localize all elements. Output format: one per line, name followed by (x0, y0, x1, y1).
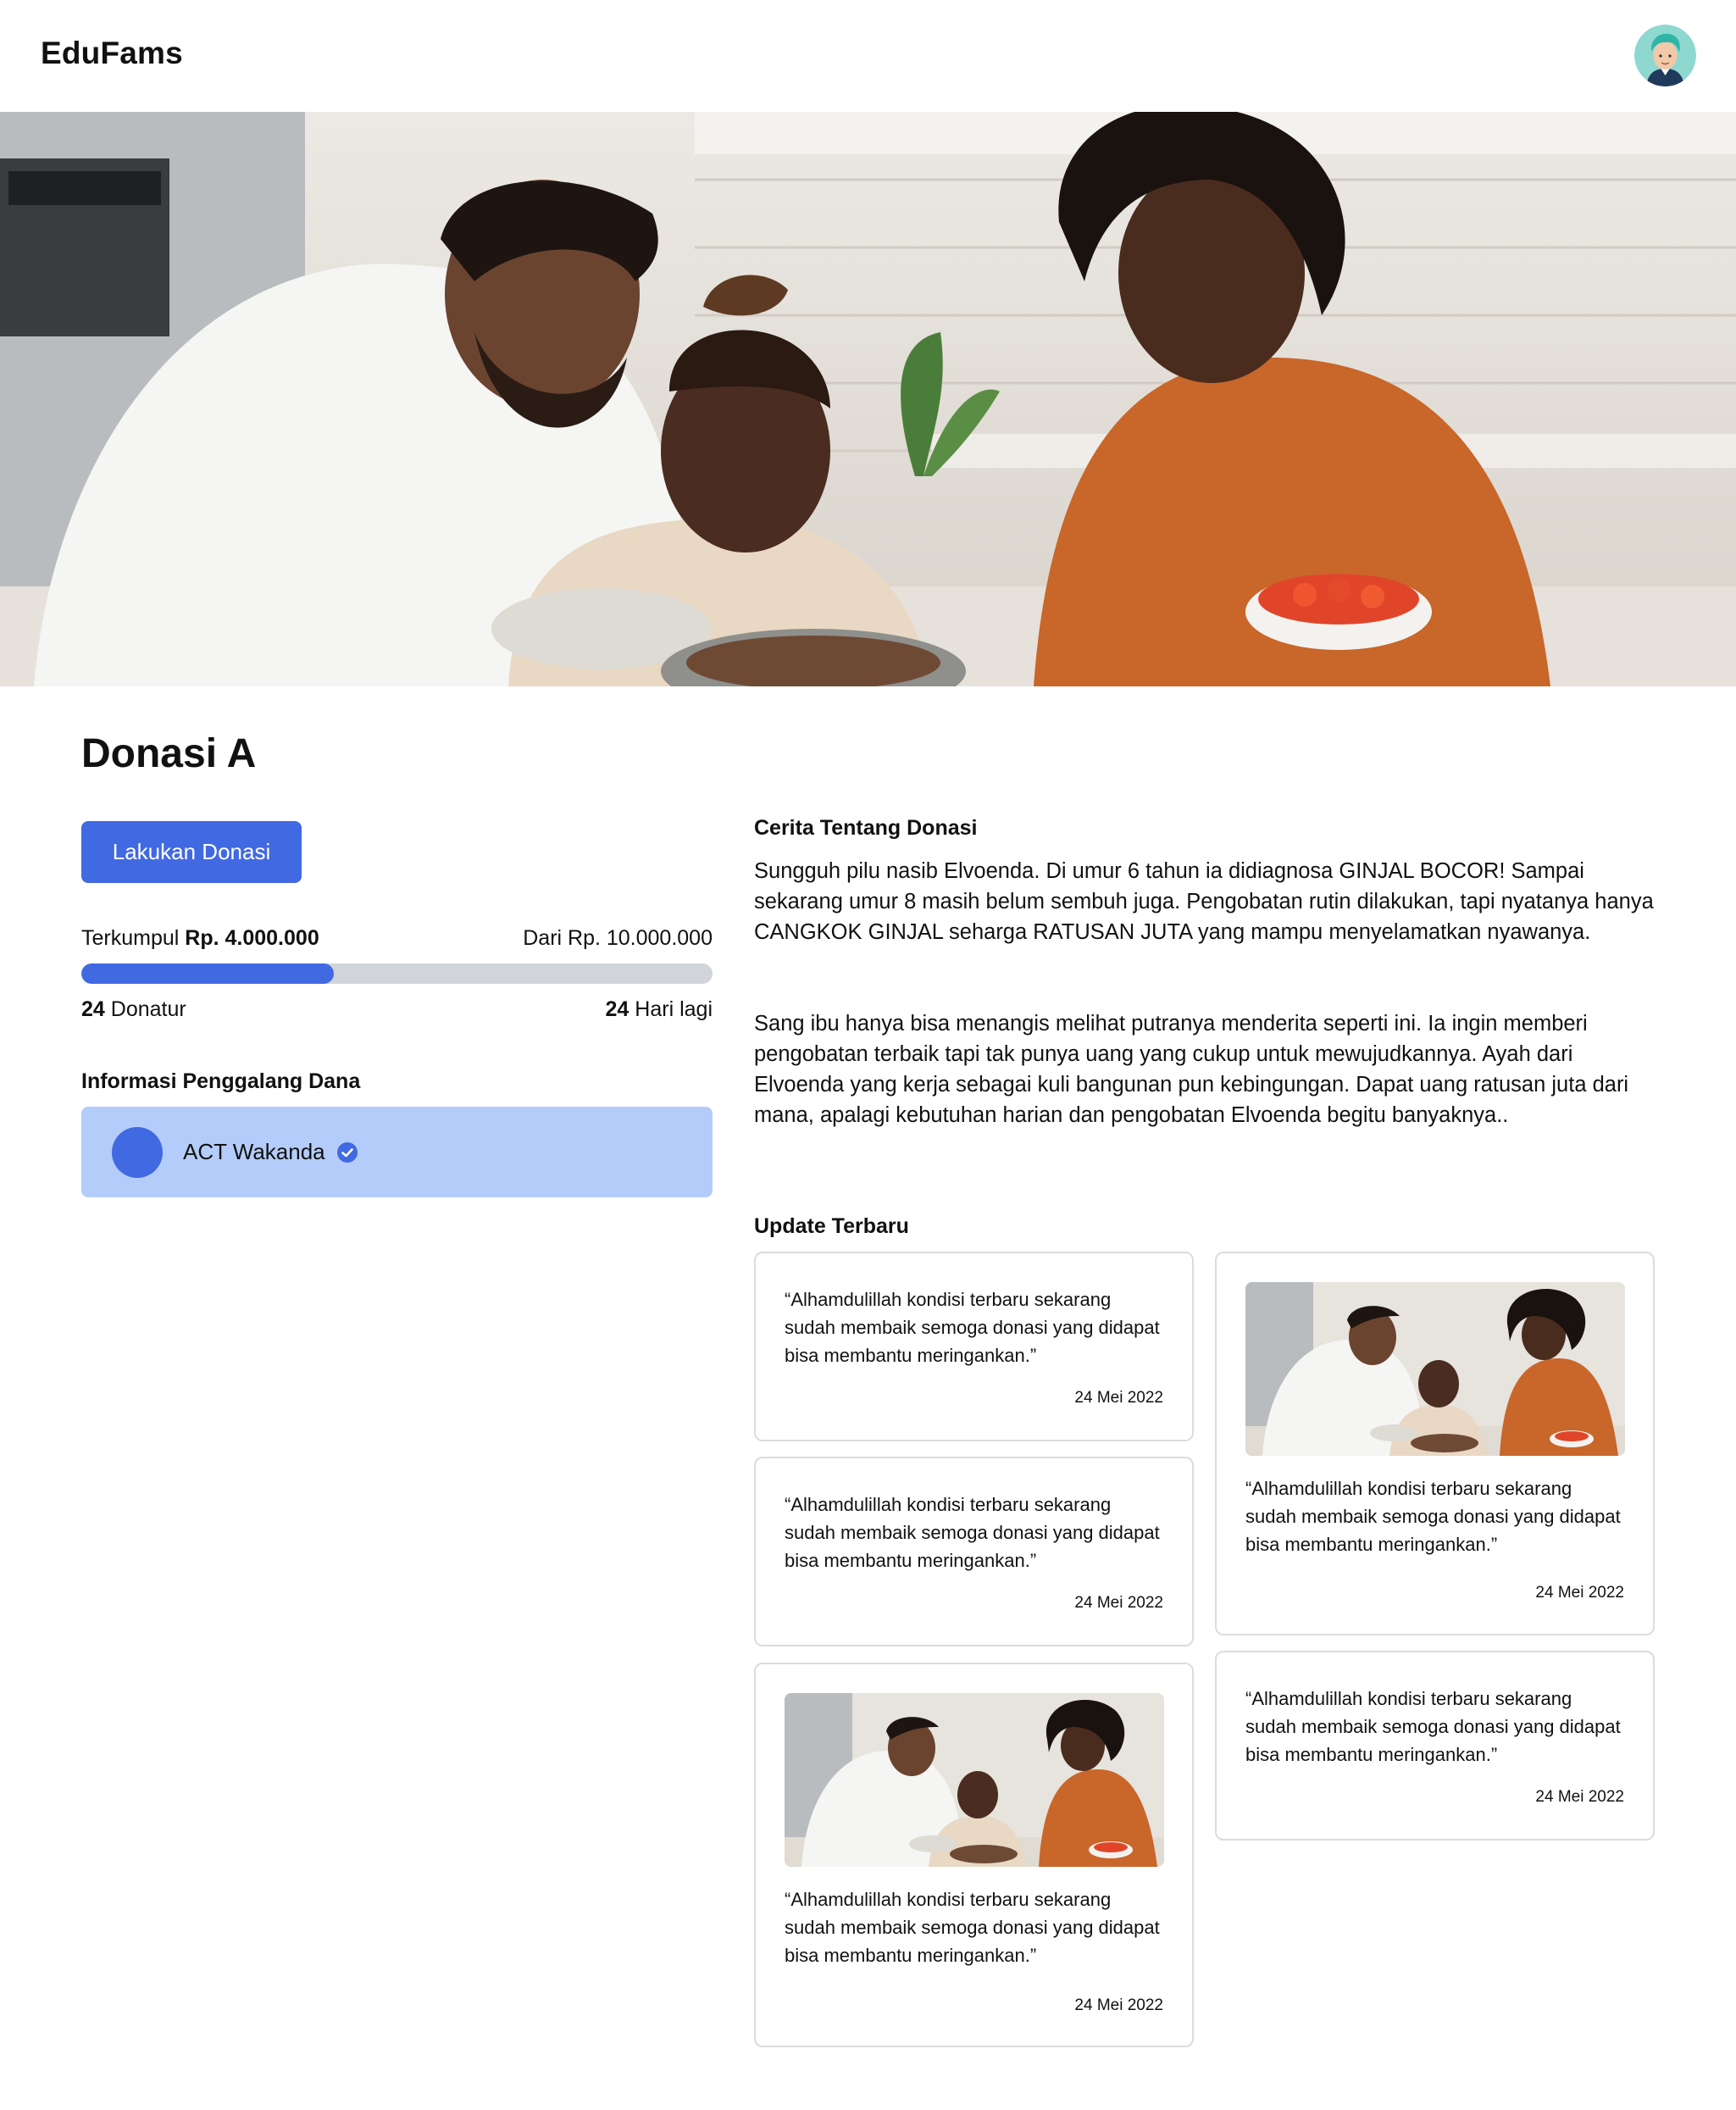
days-remaining: 24 Hari lagi (606, 997, 713, 1022)
update-card[interactable]: “Alhamdulillah kondisi terbaru sekarang … (1215, 1252, 1655, 1635)
collected-value: Rp. 4.000.000 (185, 926, 319, 950)
donor-count-value: 24 (81, 997, 105, 1021)
update-date: 24 Mei 2022 (1074, 1996, 1163, 2014)
story-paragraph-2: Sang ibu hanya bisa menangis melihat put… (754, 1012, 1629, 1127)
update-quote: “Alhamdulillah kondisi terbaru sekarang … (785, 1494, 1160, 1571)
update-quote: “Alhamdulillah kondisi terbaru sekarang … (1245, 1688, 1621, 1765)
fundraiser-heading: Informasi Penggalang Dana (81, 1069, 361, 1093)
update-date: 24 Mei 2022 (1535, 1584, 1624, 1602)
update-card[interactable]: “Alhamdulillah kondisi terbaru sekarang … (754, 1457, 1194, 1646)
update-quote: “Alhamdulillah kondisi terbaru sekarang … (1245, 1478, 1621, 1555)
update-card[interactable]: “Alhamdulillah kondisi terbaru sekarang … (754, 1663, 1194, 2047)
donor-count-label: Donatur (110, 997, 186, 1021)
story-paragraph-1: Sungguh pilu nasib Elvoenda. Di umur 6 t… (754, 859, 1654, 944)
update-quote: “Alhamdulillah kondisi terbaru sekarang … (785, 1289, 1160, 1366)
days-remaining-label: Hari lagi (635, 997, 713, 1021)
updates-heading: Update Terbaru (754, 1214, 909, 1238)
fundraiser-name: ACT Wakanda (183, 1139, 325, 1164)
target-amount: Dari Rp. 10.000.000 (523, 926, 713, 950)
collected-amount: Terkumpul Rp. 4.000.000 (81, 926, 319, 951)
donate-button[interactable]: Lakukan Donasi (81, 821, 302, 883)
hero-image (0, 112, 1736, 686)
update-card[interactable]: “Alhamdulillah kondisi terbaru sekarang … (754, 1252, 1194, 1441)
update-date: 24 Mei 2022 (1074, 1389, 1163, 1407)
fundraiser-avatar (112, 1126, 163, 1178)
update-photo (785, 1693, 1164, 1867)
update-card[interactable]: “Alhamdulillah kondisi terbaru sekarang … (1215, 1651, 1655, 1841)
update-date: 24 Mei 2022 (1535, 1788, 1624, 1806)
donor-count: 24 Donatur (81, 997, 186, 1022)
verified-check-icon (336, 1141, 358, 1163)
update-quote: “Alhamdulillah kondisi terbaru sekarang … (785, 1889, 1160, 1966)
user-avatar-icon[interactable] (1634, 25, 1696, 86)
app-logo[interactable]: EduFams (41, 36, 183, 71)
donation-progress-fill (81, 963, 334, 984)
story-heading: Cerita Tentang Donasi (754, 816, 978, 840)
donation-progress-bar (81, 963, 713, 984)
days-remaining-value: 24 (605, 997, 630, 1021)
fundraiser-card[interactable]: ACT Wakanda (81, 1107, 713, 1197)
update-date: 24 Mei 2022 (1074, 1594, 1163, 1612)
update-photo (1245, 1282, 1625, 1456)
collected-label: Terkumpul (81, 926, 180, 950)
top-header: EduFams (0, 0, 1736, 112)
page-title: Donasi A (81, 731, 257, 776)
